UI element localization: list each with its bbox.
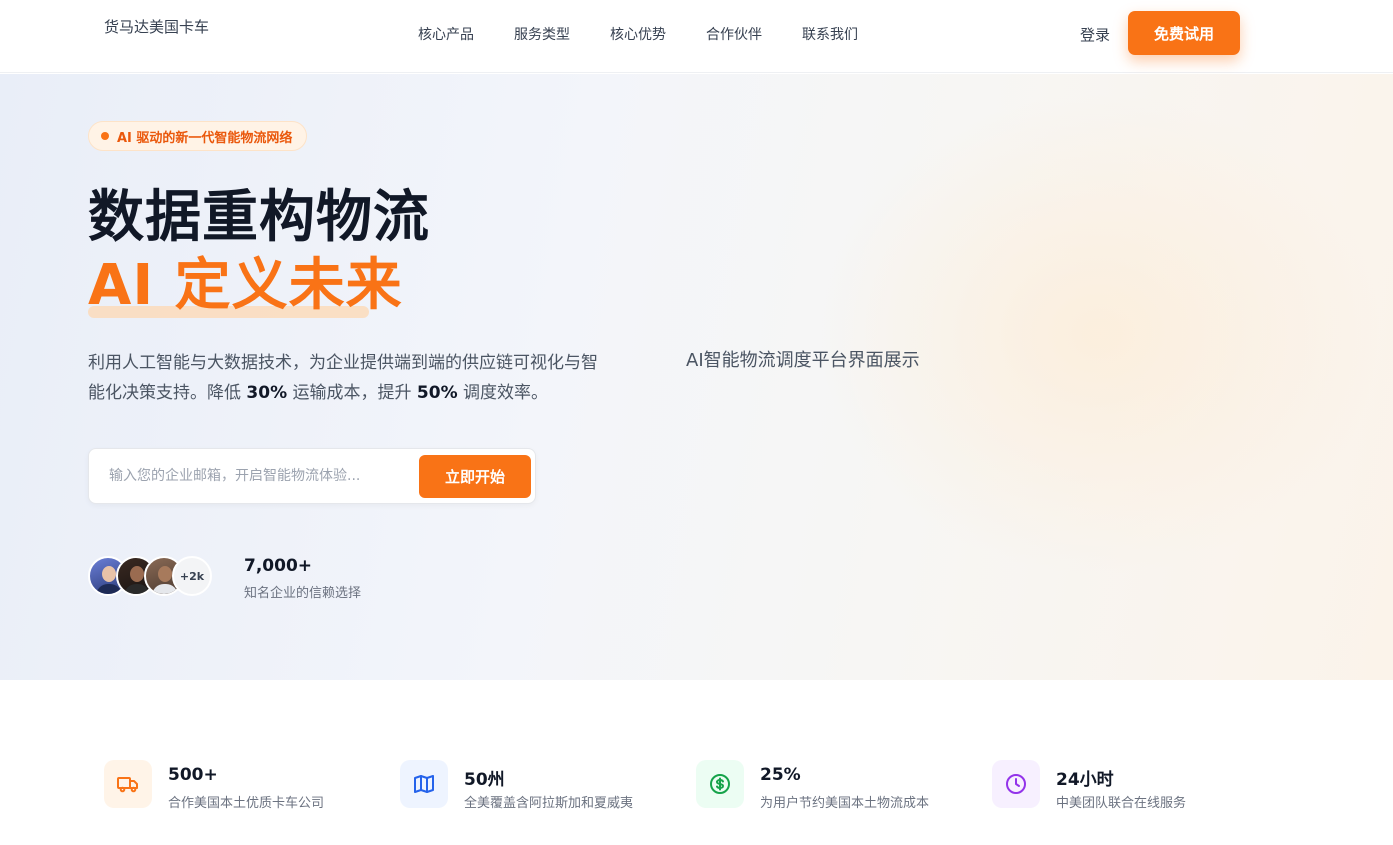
stat-value: 50州 (464, 770, 505, 790)
nav-item-partners[interactable]: 合作伙伴 (706, 24, 762, 44)
nav-item-core-products[interactable]: 核心产品 (418, 24, 474, 44)
clock-icon (992, 760, 1040, 808)
trust-label: 知名企业的信赖选择 (244, 586, 362, 601)
stat-value: 24小时 (1056, 770, 1114, 790)
brand-logo-text[interactable]: 货马达美国卡车 (104, 16, 209, 37)
badge-dot-icon (101, 132, 109, 140)
hero-section: AI 驱动的新一代智能物流网络 数据重构物流 AI 定义未来 利用人工智能与大数… (0, 74, 1393, 680)
hero-title-line1: 数据重构物流 (88, 185, 430, 250)
login-link[interactable]: 登录 (1080, 24, 1110, 45)
free-trial-button[interactable]: 免费试用 (1128, 11, 1240, 55)
map-icon (400, 760, 448, 808)
nav-item-core-advantages[interactable]: 核心优势 (610, 24, 666, 44)
hero-badge: AI 驱动的新一代智能物流网络 (88, 121, 308, 151)
hero-title-line2: AI 定义未来 (88, 253, 403, 318)
stat-label: 为用户节约美国本土物流成本 (760, 796, 930, 811)
trust-count: 7,000+ (244, 556, 313, 576)
truck-icon (104, 760, 152, 808)
platform-screenshot-image: AI智能物流调度平台界面展示 (686, 350, 920, 371)
stat-value: 500+ (168, 765, 218, 785)
stat-label: 合作美国本土优质卡车公司 (168, 796, 325, 811)
cost-reduction-value: 30% (246, 383, 288, 403)
badge-text: AI 驱动的新一代智能物流网络 (117, 130, 293, 146)
hero-description: 利用人工智能与大数据技术，为企业提供端到端的供应链可视化与智能化决策支持。降低 … (88, 353, 598, 403)
customer-avatars: +2k (88, 556, 218, 596)
efficiency-value: 50% (416, 383, 458, 403)
stat-value: 25% (760, 765, 801, 785)
email-signup-form: 立即开始 (88, 448, 536, 504)
hero-background-glow (820, 94, 1380, 574)
stat-label: 全美覆盖含阿拉斯加和夏威夷 (464, 796, 634, 811)
nav-item-service-types[interactable]: 服务类型 (514, 24, 570, 44)
start-now-button[interactable]: 立即开始 (419, 455, 531, 498)
avatar-more-count: +2k (172, 556, 212, 596)
main-nav: 核心产品 服务类型 核心优势 合作伙伴 联系我们 (418, 24, 858, 44)
dollar-icon (696, 760, 744, 808)
email-input[interactable] (101, 459, 401, 493)
site-header: 货马达美国卡车 核心产品 服务类型 核心优势 合作伙伴 联系我们 登录 免费试用 (0, 0, 1393, 73)
nav-item-contact[interactable]: 联系我们 (802, 24, 858, 44)
stat-label: 中美团队联合在线服务 (1056, 796, 1187, 811)
